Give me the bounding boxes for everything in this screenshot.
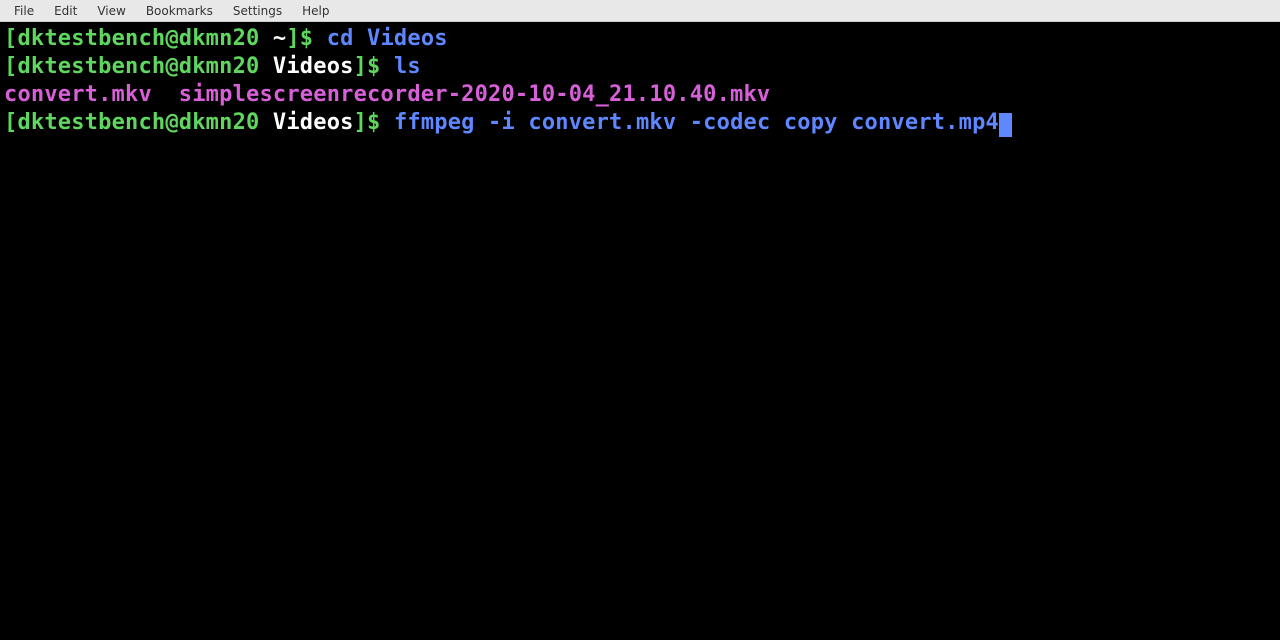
prompt-bracket-close: ]$ — [354, 110, 394, 135]
menu-file[interactable]: File — [4, 1, 44, 21]
prompt-cwd: Videos — [259, 110, 353, 135]
menu-help[interactable]: Help — [292, 1, 339, 21]
menubar: File Edit View Bookmarks Settings Help — [0, 0, 1280, 22]
prompt-cwd: ~ — [259, 26, 286, 51]
prompt-bracket-open: [ — [4, 54, 17, 79]
ls-file-2: simplescreenrecorder-2020-10-04_21.10.40… — [179, 82, 771, 107]
terminal-command: cd Videos — [327, 26, 448, 51]
prompt-bracket-close: ]$ — [286, 26, 326, 51]
prompt-cwd: Videos — [259, 54, 353, 79]
terminal-command: ls — [394, 54, 421, 79]
prompt-user-host: dktestbench@dkmn20 — [17, 54, 259, 79]
menu-bookmarks[interactable]: Bookmarks — [136, 1, 223, 21]
terminal-current-line: [dktestbench@dkmn20 Videos]$ ffmpeg -i c… — [4, 109, 1276, 137]
prompt-user-host: dktestbench@dkmn20 — [17, 26, 259, 51]
menu-edit[interactable]: Edit — [44, 1, 87, 21]
menu-view[interactable]: View — [87, 1, 135, 21]
terminal-command-input[interactable]: ffmpeg -i convert.mkv -codec copy conver… — [394, 110, 999, 135]
terminal-cursor — [999, 113, 1012, 137]
menu-settings[interactable]: Settings — [223, 1, 292, 21]
prompt-bracket-open: [ — [4, 110, 17, 135]
terminal-body[interactable]: [dktestbench@dkmn20 ~]$ cd Videos [dktes… — [0, 22, 1280, 141]
terminal-output-line: convert.mkv simplescreenrecorder-2020-10… — [4, 81, 1276, 109]
ls-spacer — [152, 82, 179, 107]
prompt-bracket-open: [ — [4, 26, 17, 51]
prompt-bracket-close: ]$ — [354, 54, 394, 79]
terminal-line: [dktestbench@dkmn20 ~]$ cd Videos — [4, 25, 1276, 53]
terminal-line: [dktestbench@dkmn20 Videos]$ ls — [4, 53, 1276, 81]
ls-file-1: convert.mkv — [4, 82, 152, 107]
prompt-user-host: dktestbench@dkmn20 — [17, 110, 259, 135]
